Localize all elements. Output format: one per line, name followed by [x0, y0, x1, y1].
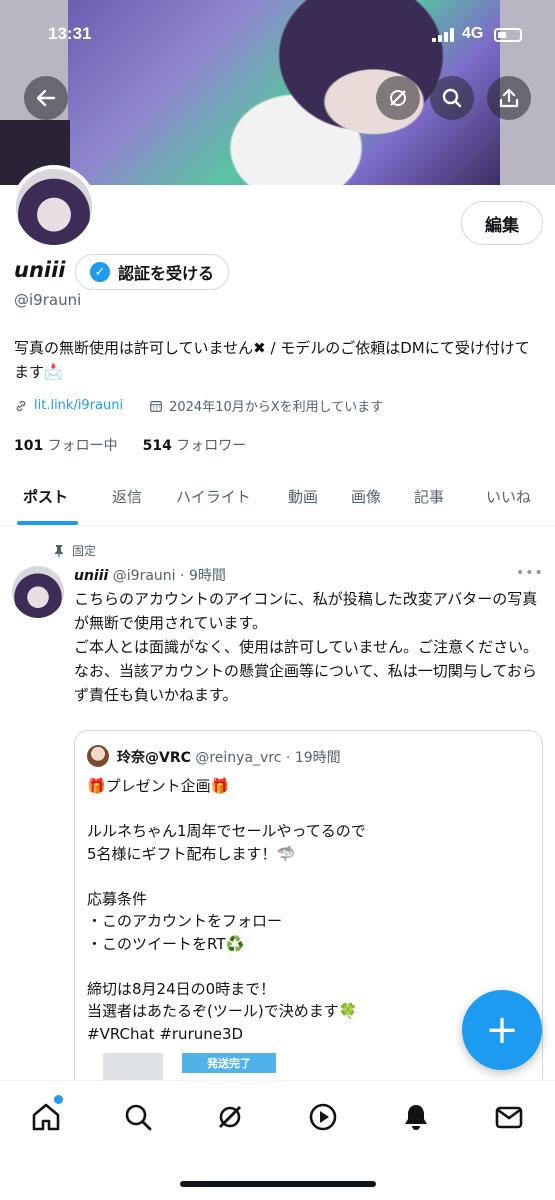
post-text: こちらのアカウントのアイコンに、私が投稿した改変アバターの写真が無断で使用されて…	[74, 590, 539, 704]
share-icon	[499, 88, 519, 108]
grok-icon	[390, 90, 406, 106]
followers-label: フォロワー	[176, 438, 247, 454]
pin-icon	[55, 544, 63, 557]
pinned-indicator: 固定	[54, 542, 96, 559]
active-tab-indicator	[17, 521, 78, 525]
followers-link[interactable]: 514 フォロワー	[143, 438, 247, 454]
back-button[interactable]	[24, 76, 68, 120]
search-icon	[442, 88, 462, 108]
home-indicator	[180, 1181, 376, 1187]
link-icon	[16, 400, 26, 411]
search-icon[interactable]	[122, 1101, 154, 1133]
verified-badge-icon: ✓	[90, 262, 110, 282]
get-verified-button[interactable]: ✓ 認証を受ける	[75, 254, 230, 290]
tab-posts[interactable]: ポスト	[23, 486, 68, 507]
post-header: uniii @i9rauni · 9時間	[74, 568, 226, 584]
profile-tabs: ポスト 返信 ハイライト 動画 画像 記事 いいね	[0, 470, 555, 526]
quoted-post-text: 🎁プレゼント企画🎁 ルルネちゃん1周年でセールやってるので 5名様にギフト配布し…	[87, 777, 366, 1043]
search-button[interactable]	[430, 76, 474, 120]
post-author-avatar[interactable]	[12, 566, 64, 618]
profile-bio: 写真の無断使用は許可していません✖ / モデルのご依頼はDMにて受け付けてます📩	[14, 339, 530, 381]
quoted-post-header: 玲奈@VRC @reinya_vrc · 19時間	[117, 750, 341, 766]
messages-icon[interactable]	[493, 1101, 525, 1133]
following-link[interactable]: 101 フォロー中	[14, 438, 118, 454]
pinned-label: 固定	[72, 544, 97, 558]
status-time: 13:31	[48, 24, 92, 43]
spaces-icon[interactable]	[307, 1101, 339, 1133]
followers-count: 514	[142, 438, 172, 454]
home-icon[interactable]	[30, 1101, 62, 1133]
profile-link[interactable]: lit.link/i9rauni	[34, 398, 123, 413]
following-label: フォロー中	[47, 438, 118, 454]
status-bar: 13:31 4G	[0, 22, 555, 48]
share-button[interactable]	[487, 76, 531, 120]
post-author-handle[interactable]: @i9rauni	[113, 568, 176, 584]
quoted-author-avatar	[87, 745, 109, 767]
grok-icon[interactable]	[214, 1101, 246, 1133]
battery-icon	[494, 28, 522, 42]
quoted-image-tag: 発送完了	[182, 1053, 276, 1073]
more-options-icon[interactable]: •••	[516, 565, 544, 581]
calendar-icon	[150, 400, 162, 412]
profile-meta: lit.link/i9rauni 2024年10月からXを利用しています	[14, 396, 383, 415]
network-label: 4G	[462, 25, 484, 42]
tab-highlights[interactable]: ハイライト	[176, 486, 251, 507]
display-name: uniii	[14, 258, 66, 282]
tab-articles[interactable]: 記事	[414, 486, 444, 507]
tab-media[interactable]: 画像	[351, 486, 381, 507]
profile-handle: @i9rauni	[14, 291, 82, 309]
signal-icon	[432, 28, 456, 42]
quoted-post-time: 19時間	[294, 750, 341, 766]
back-icon	[36, 89, 56, 107]
joined-date: 2024年10月からXを利用しています	[169, 400, 384, 415]
tab-replies[interactable]: 返信	[112, 486, 142, 507]
home-notification-dot	[54, 1095, 63, 1104]
edit-profile-button[interactable]: 編集	[461, 201, 543, 245]
quoted-author-handle: @reinya_vrc	[195, 750, 282, 766]
following-count: 101	[14, 438, 44, 454]
tab-likes[interactable]: いいね	[486, 486, 531, 507]
compose-post-button[interactable]: +	[462, 990, 542, 1070]
notifications-icon[interactable]	[400, 1101, 432, 1133]
profile-avatar[interactable]	[12, 165, 96, 249]
quoted-author-name: 玲奈@VRC	[117, 750, 191, 766]
post-time[interactable]: 9時間	[189, 568, 226, 584]
tab-videos[interactable]: 動画	[288, 486, 318, 507]
post-author-name[interactable]: uniii	[74, 568, 108, 584]
grok-button[interactable]	[376, 76, 420, 120]
get-verified-label: 認証を受ける	[118, 264, 215, 283]
follow-stats: 101 フォロー中 514 フォロワー	[14, 435, 246, 455]
